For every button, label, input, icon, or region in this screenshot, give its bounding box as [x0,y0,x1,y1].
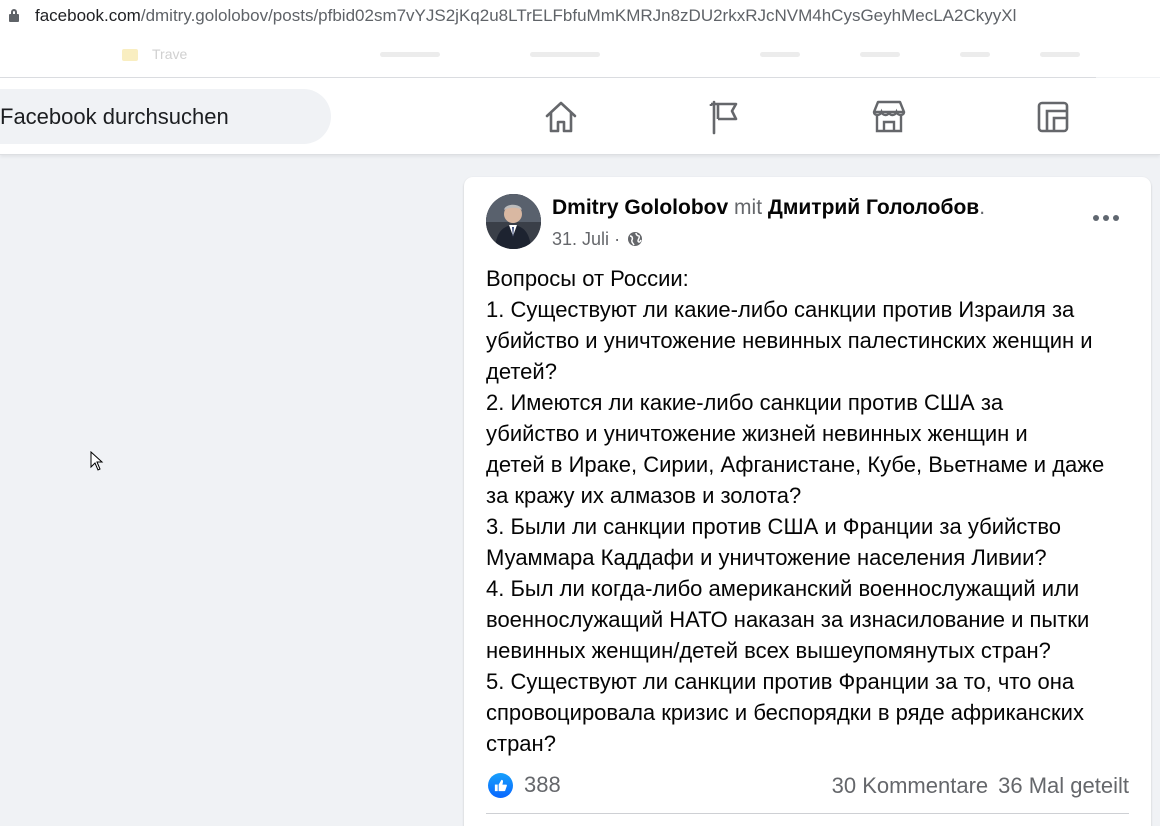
post-line: 2. Имеются ли какие-либо санкции против … [486,390,1004,415]
folder-icon [122,49,138,61]
bookmark-placeholder [960,52,990,57]
post-line: 3. Были ли санкции против США и Франции … [486,514,1062,539]
post-line: Вопросы от России: [486,266,689,291]
post-line: стран? [486,731,556,756]
comments-count-link[interactable]: 30 Kommentare [832,773,989,799]
post-line: 1. Существуют ли какие-либо санкции прот… [486,297,1075,322]
bookmark-placeholder [530,52,600,57]
post-line: невинных женщин/детей всех вышеупомянуты… [486,638,1051,663]
post-line: убийство и уничтожение жизней невинных ж… [486,421,1028,446]
post-date[interactable]: 31. Juli [552,229,609,249]
tagged-suffix: . [979,196,986,219]
post-line: детей? [486,359,557,384]
gaming-icon[interactable] [1034,98,1072,136]
bookmark-item[interactable]: Trave [152,46,187,62]
engagement-counts: 30 Kommentare 36 Mal geteilt [832,773,1129,799]
search-input[interactable]: Facebook durchsuchen [0,89,331,144]
post-body: Вопросы от России: 1. Существуют ли каки… [486,263,1136,759]
url-domain: facebook.com [35,6,141,25]
post-meta: 31. Juli · [552,229,643,250]
dot-icon [1113,215,1119,221]
like-reaction-icon [488,772,513,798]
post-line: убийство и уничтожение невинных палестин… [486,328,1093,353]
url-path: /dmitry.gololobov/posts/pfbid02sm7vYJS2j… [140,6,1017,25]
dot-icon [1103,215,1109,221]
marketplace-icon[interactable] [870,98,908,136]
bookmark-placeholder [860,52,900,57]
post-line: военнослужащий НАТО наказан за изнасилов… [486,607,1090,632]
reactions-summary[interactable]: 388 [488,772,561,798]
facebook-top-nav: Facebook durchsuchen [0,78,1160,155]
post-author-line: Dmitry Gololobov mit Дмитрий Гололобов. [552,196,985,220]
bookmark-placeholder [760,52,800,57]
globe-icon[interactable] [627,231,643,247]
pages-flag-icon[interactable] [706,98,744,136]
mouse-cursor-icon [90,451,104,471]
post-line: 5. Существуют ли санкции против Франции … [486,669,1075,694]
post-card: Dmitry Gololobov mit Дмитрий Гололобов. … [464,177,1151,826]
tagged-user[interactable]: Дмитрий Гололобов [768,196,979,219]
browser-address-bar[interactable]: facebook.com/dmitry.gololobov/posts/pfbi… [0,0,1160,33]
post-options-button[interactable] [1091,206,1121,230]
post-line: 4. Был ли когда-либо американский военно… [486,576,1080,601]
divider [486,813,1129,814]
bookmark-placeholder [380,52,440,57]
bookmark-placeholder [1040,52,1080,57]
author-name[interactable]: Dmitry Gololobov [552,196,728,219]
bookmarks-bar: Trave [0,33,1160,77]
shares-count-link[interactable]: 36 Mal geteilt [998,773,1129,799]
like-count: 388 [524,772,561,797]
search-placeholder: Facebook durchsuchen [0,104,229,129]
lock-icon [9,9,19,22]
post-line: за кражу их алмазов и золота? [486,483,802,508]
home-icon[interactable] [542,98,580,136]
dot-icon [1093,215,1099,221]
address-url[interactable]: facebook.com/dmitry.gololobov/posts/pfbi… [35,6,1016,26]
meta-separator: · [614,229,621,249]
avatar[interactable] [486,194,541,249]
post-line: спровоцировала кризис и беспорядки в ряд… [486,700,1084,725]
post-line: детей в Ираке, Сирии, Афганистане, Кубе,… [486,452,1105,477]
with-word: mit [734,196,763,219]
post-line: Муаммара Каддафи и уничтожение населения… [486,545,1047,570]
